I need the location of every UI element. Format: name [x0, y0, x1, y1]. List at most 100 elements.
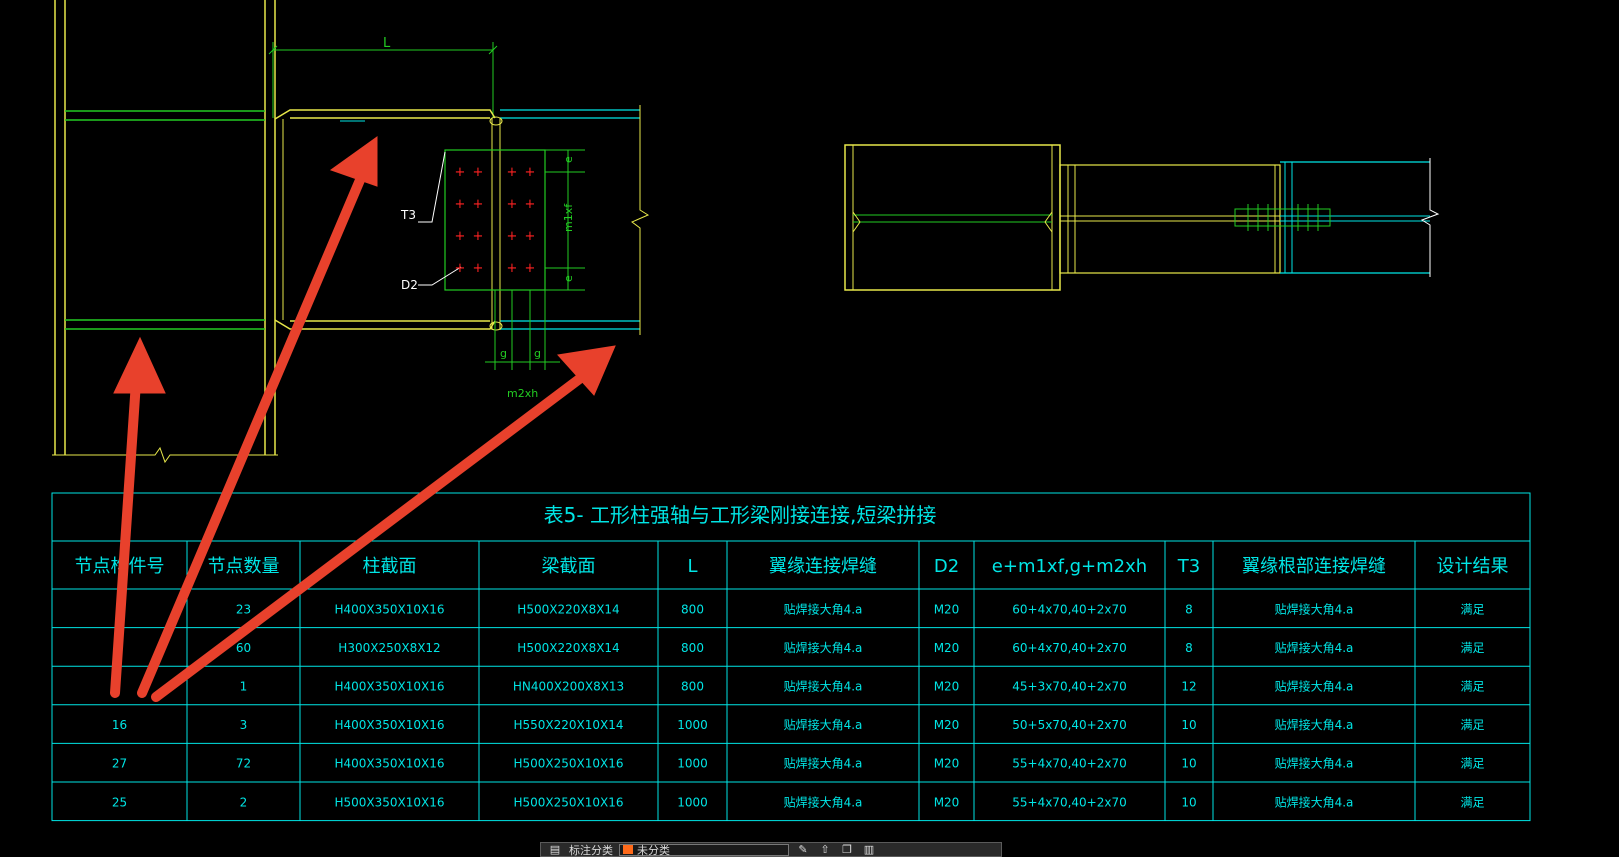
annotation-arrowhead-1 — [113, 336, 166, 394]
table-cell: H550X220X10X14 — [513, 718, 623, 732]
table-cell: 50+5x70,40+2x70 — [1012, 718, 1126, 732]
table-cell: H500X250X10X16 — [513, 757, 623, 771]
table-cell: H400X350X10X16 — [334, 757, 444, 771]
bolt-mark: + — [473, 165, 484, 180]
table-cell: 贴焊接大角4.a — [1275, 640, 1354, 655]
table-header-cell: D2 — [934, 556, 959, 577]
copy-icon[interactable]: ❐ — [839, 843, 855, 856]
bolt-mark: + — [525, 229, 536, 244]
table-cell: 1000 — [677, 795, 708, 809]
table-header-cell: 节点数量 — [208, 556, 280, 577]
table-cell: 800 — [681, 602, 704, 616]
dim-m1-label: m1xf — [562, 203, 575, 232]
bolt-mark: + — [525, 197, 536, 212]
table-cell: 贴焊接大角4.a — [784, 640, 863, 655]
delete-icon[interactable]: ▥ — [861, 843, 877, 856]
annotation-category-select[interactable]: 未分类 — [619, 843, 789, 857]
table-cell: M20 — [934, 680, 960, 694]
bolt-mark: + — [525, 165, 536, 180]
table-cell: 10 — [1181, 795, 1196, 809]
table-cell: 满足 — [1460, 757, 1484, 771]
table-cell: 60+4x70,40+2x70 — [1012, 602, 1126, 616]
table-cell: 贴焊接大角4.a — [784, 717, 863, 732]
table-cell: 贴焊接大角4.a — [1275, 794, 1354, 809]
table-cell: H300X250X8X12 — [338, 641, 440, 655]
table-header-cell: 翼缘连接焊缝 — [769, 556, 877, 577]
table-cell: 贴焊接大角4.a — [1275, 756, 1354, 771]
dim-edge-top-label: e — [562, 156, 575, 163]
table-cell: H400X350X10X16 — [334, 718, 444, 732]
dim-edge-bottom-label: e — [562, 275, 575, 282]
table-cell: H400X350X10X16 — [334, 602, 444, 616]
table-cell: 23 — [236, 602, 251, 616]
bolt-mark: + — [455, 261, 466, 276]
category-color-swatch — [623, 845, 633, 854]
d2-leader-label: D2 — [401, 278, 418, 292]
table-cell: 贴焊接大角4.a — [784, 756, 863, 771]
annotation-arrow-1 — [110, 377, 141, 698]
annotation-category-label: 标注分类 — [569, 843, 613, 857]
table-cell: 8 — [1185, 641, 1193, 655]
table-cell: H500X220X8X14 — [517, 641, 619, 655]
table-cell: 800 — [681, 641, 704, 655]
table-cell: 8 — [1185, 602, 1193, 616]
table-row: 27 72 H400X350X10X16 H500X250X10X16 1000 贴焊接大… — [112, 756, 1485, 771]
bottom-toolbar: ▤ 标注分类 未分类 ✎ ⇧ ❐ ▥ — [540, 842, 1002, 857]
table-cell: 3 — [240, 718, 248, 732]
section-view — [844, 144, 1440, 291]
table-header-cell: L — [687, 556, 697, 577]
edit-icon[interactable]: ✎ — [795, 843, 811, 856]
cad-drawing-canvas[interactable]: + + + + + + + + + + + + + + + + L e m1xf e g g m2xh T3 … — [0, 0, 1619, 857]
bolt-mark: + — [473, 261, 484, 276]
table-cell: HN400X200X8X13 — [513, 680, 624, 694]
table-cell: H400X350X10X16 — [334, 680, 444, 694]
table-cell: M20 — [934, 757, 960, 771]
table-cell: 满足 — [1460, 641, 1484, 655]
table-cell: 55+4x70,40+2x70 — [1012, 757, 1126, 771]
dim-g-left-label: g — [500, 347, 507, 360]
dimension-labels: L e m1xf e g g m2xh T3 D2 — [383, 36, 575, 400]
table-cell: H500X350X10X16 — [334, 795, 444, 809]
table-cell: 27 — [112, 757, 127, 771]
table-cell: H500X250X10X16 — [513, 795, 623, 809]
bolt-mark: + — [473, 229, 484, 244]
table-cell: 1000 — [677, 718, 708, 732]
table-header-cell: 翼缘根部连接焊缝 — [1242, 556, 1386, 577]
annotation-arrowhead-2 — [329, 136, 378, 187]
table-cell: 60 — [236, 641, 251, 655]
bolt-mark: + — [507, 165, 518, 180]
table-cell: 45+3x70,40+2x70 — [1012, 680, 1126, 694]
table-title: 表5- 工形柱强轴与工形梁刚接连接,短梁拼接 — [544, 503, 937, 527]
table-cell: M20 — [934, 718, 960, 732]
table-cell: 贴焊接大角4.a — [784, 679, 863, 694]
table-cell: H500X220X8X14 — [517, 602, 619, 616]
layer-icon[interactable]: ▤ — [547, 843, 563, 856]
dim-g-right-label: g — [534, 347, 541, 360]
table-cell: 贴焊接大角4.a — [1275, 717, 1354, 732]
table-cell: 16 — [112, 718, 127, 732]
table-cell: 55+4x70,40+2x70 — [1012, 795, 1126, 809]
table-row: 23 H400X350X10X16 H500X220X8X14 800 贴焊接大角4.a… — [236, 601, 1485, 616]
table-cell: 10 — [1181, 757, 1196, 771]
table-cell: 满足 — [1460, 795, 1484, 809]
dim-length-label: L — [383, 36, 391, 51]
table-header-cell: e+m1xf,g+m2xh — [992, 556, 1147, 577]
table-cell: 800 — [681, 680, 704, 694]
dim-m2-label: m2xh — [507, 387, 538, 400]
annotation-category-value: 未分类 — [637, 843, 670, 857]
table-cell: 贴焊接大角4.a — [784, 601, 863, 616]
table-cell: M20 — [934, 641, 960, 655]
table-cell: M20 — [934, 602, 960, 616]
table-cell: 72 — [236, 757, 251, 771]
upload-icon[interactable]: ⇧ — [817, 843, 833, 856]
table-cell: 25 — [112, 795, 127, 809]
bolt-mark: + — [455, 165, 466, 180]
table-header-cell: 梁截面 — [542, 556, 596, 577]
table-cell: 1 — [240, 680, 248, 694]
bolt-mark: + — [507, 197, 518, 212]
table-cell: 贴焊接大角4.a — [1275, 679, 1354, 694]
bolt-group: + + + + + + + + + + + + + + + + — [455, 165, 536, 276]
table-cell: 1000 — [677, 757, 708, 771]
table-row: 60 H300X250X8X12 H500X220X8X14 800 贴焊接大角4.a M… — [236, 640, 1485, 655]
table-header-cell: T3 — [1177, 556, 1200, 577]
